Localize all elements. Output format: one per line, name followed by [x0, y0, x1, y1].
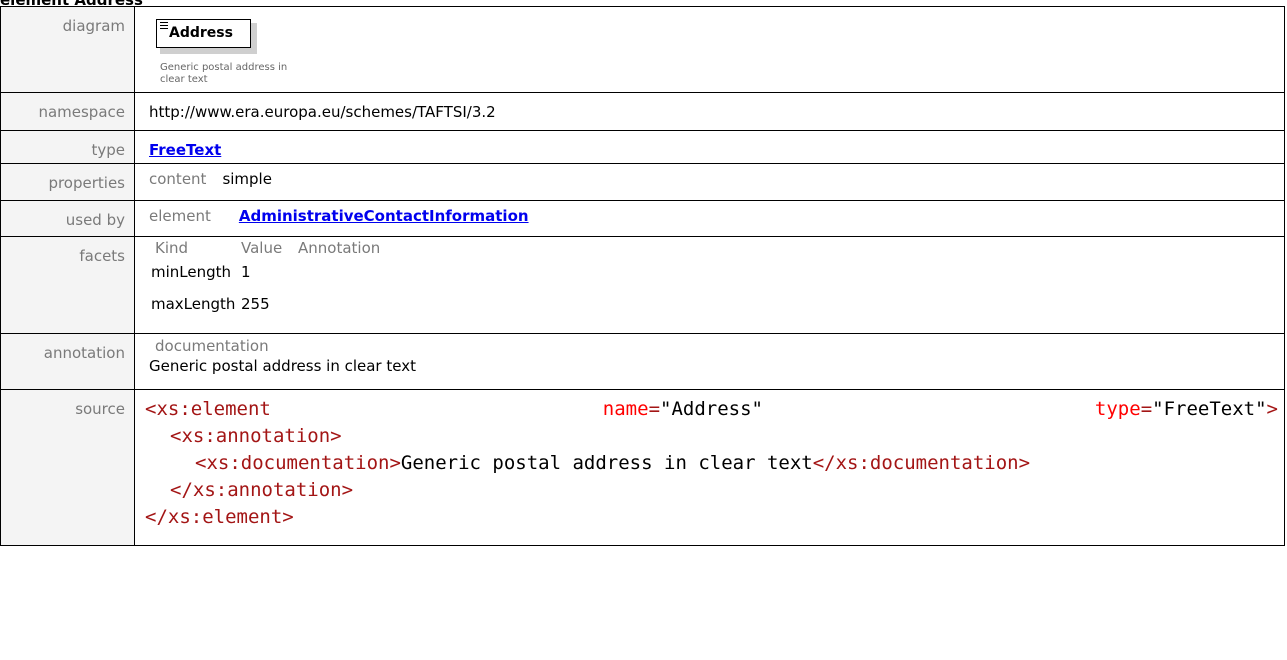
facets-header-value: Value [241, 239, 283, 257]
namespace-value: http://www.era.europa.eu/schemes/TAFTSI/… [134, 92, 1285, 131]
source-annotation-open: <xs:annotation> [170, 425, 342, 447]
source-line: </xs:element> [145, 504, 1284, 531]
type-link[interactable]: FreeText [149, 141, 221, 159]
source-doc-open: <xs:documentation> [195, 452, 401, 474]
source-doc-close: </xs:documentation> [812, 452, 1031, 474]
diagram-doc-text: Generic postal address in clear text [160, 62, 288, 85]
label-diagram: diagram [0, 6, 135, 93]
element-lines-icon [160, 22, 168, 31]
source-attr-name: name [602, 398, 649, 420]
diagram: Address Generic postal address in clear … [135, 7, 1284, 87]
used-by-link[interactable]: AdministrativeContactInformation [239, 207, 529, 225]
row-type: type FreeText [0, 130, 1285, 164]
diagram-element-title: Address [169, 25, 233, 41]
row-annotation: annotation documentation Generic postal … [0, 333, 1285, 390]
source-element-close: </xs:element> [145, 506, 294, 528]
row-facets: facets Kind Value Annotation minLength 1… [0, 236, 1285, 334]
properties-label: content [149, 170, 207, 188]
source-line: </xs:annotation> [145, 477, 1284, 504]
used-by-label: element [149, 207, 211, 225]
annotation-text: Generic postal address in clear text [149, 357, 416, 375]
source-code: <xs:element name="Address" type="FreeTex… [134, 389, 1285, 546]
facets-header-annotation: Annotation [298, 239, 381, 257]
label-type: type [0, 130, 135, 164]
source-line: <xs:documentation>Generic postal address… [145, 450, 1284, 477]
properties-row: content simple [149, 170, 1284, 188]
facet-value: 255 [241, 295, 270, 313]
row-properties: properties content simple [0, 163, 1285, 201]
label-annotation: annotation [0, 333, 135, 390]
label-namespace: namespace [0, 92, 135, 131]
diagram-cell: Address Generic postal address in clear … [134, 6, 1285, 93]
properties-value: simple [222, 170, 272, 188]
source-attr-name-value: "Address" [660, 398, 763, 420]
row-source: source <xs:element name="Address" type="… [0, 389, 1285, 546]
label-source: source [0, 389, 135, 546]
facets-header: Kind Value Annotation [155, 239, 1284, 257]
source-attr-type: type [1094, 398, 1141, 420]
label-facets: facets [0, 236, 135, 334]
row-diagram: diagram Address Generic postal address i… [0, 6, 1285, 93]
label-used-by: used by [0, 200, 135, 237]
facet-row: minLength 1 [151, 263, 1284, 281]
source-line: <xs:annotation> [145, 423, 1284, 450]
element-doc-table: diagram Address Generic postal address i… [0, 6, 1285, 546]
row-used-by: used by element AdministrativeContactInf… [0, 200, 1285, 237]
facet-row: maxLength 255 [151, 295, 1284, 313]
diagram-element-box[interactable]: Address [156, 19, 251, 48]
source-attr-type-value: "FreeText" [1152, 398, 1267, 420]
facet-kind: minLength [151, 263, 232, 281]
annotation-label: documentation [155, 337, 269, 355]
facet-kind: maxLength [151, 295, 236, 313]
row-namespace: namespace http://www.era.europa.eu/schem… [0, 92, 1285, 131]
used-by-row: element AdministrativeContactInformation [149, 207, 1284, 225]
facets-header-kind: Kind [155, 239, 189, 257]
source-annotation-close: </xs:annotation> [170, 479, 354, 501]
label-properties: properties [0, 163, 135, 201]
source-open-tag: <xs:element [145, 398, 271, 420]
source-doc-text: Generic postal address in clear text [400, 452, 813, 474]
facet-value: 1 [241, 263, 251, 281]
source-line: <xs:element name="Address" type="FreeTex… [145, 396, 1284, 423]
